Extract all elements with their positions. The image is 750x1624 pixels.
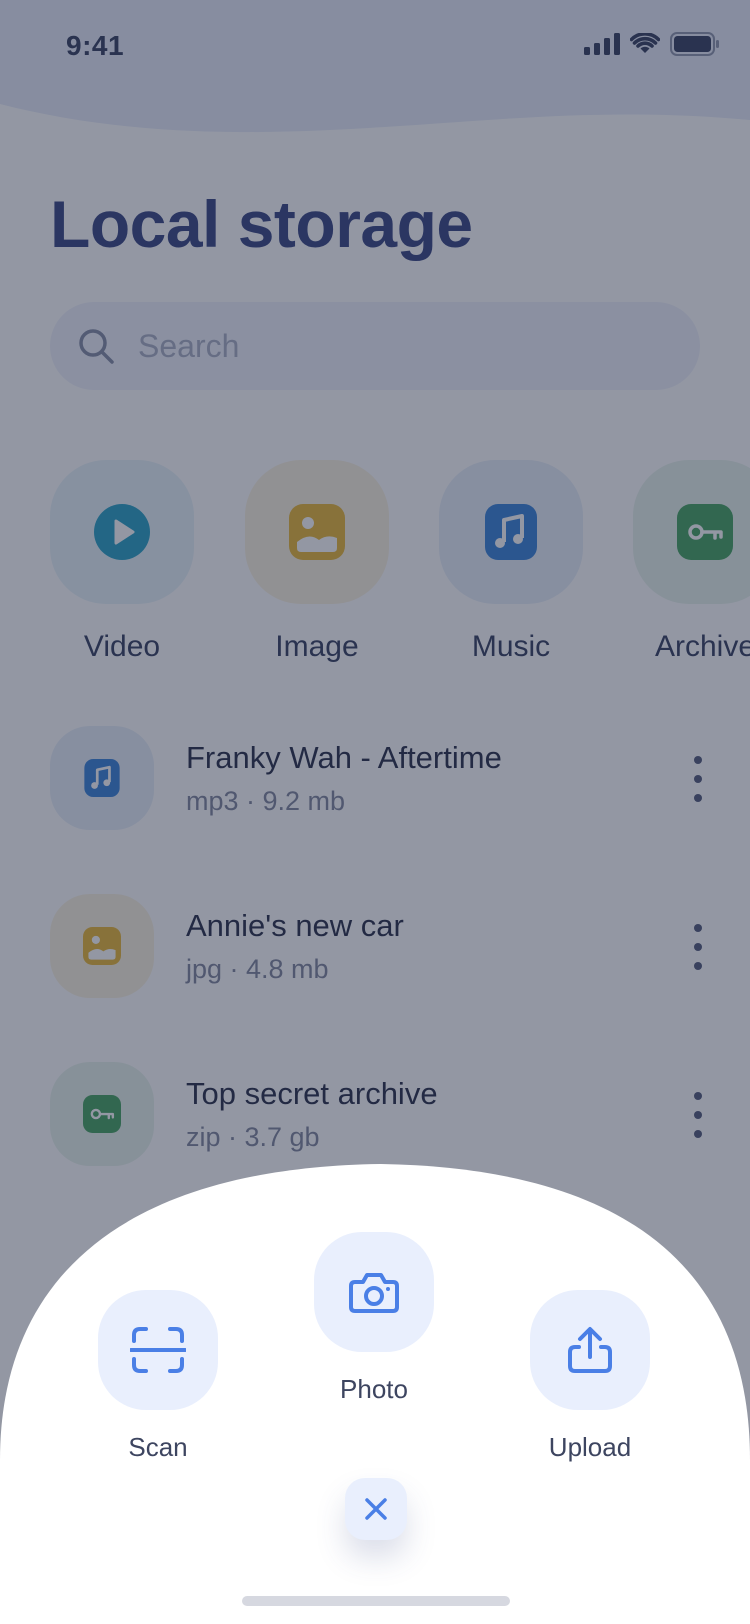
camera-icon (349, 1273, 399, 1313)
close-icon (365, 1498, 387, 1520)
upload-action[interactable]: Upload (530, 1290, 650, 1462)
app-screen: 9:41 Local storage (0, 0, 750, 1624)
close-sheet-button[interactable] (345, 1478, 407, 1540)
home-indicator (242, 1596, 510, 1606)
scan-action[interactable]: Scan (98, 1290, 218, 1462)
scan-button[interactable] (98, 1290, 218, 1410)
photo-label: Photo (340, 1374, 408, 1404)
upload-icon (568, 1327, 612, 1373)
upload-label: Upload (548, 1432, 632, 1462)
scan-label: Scan (128, 1432, 188, 1462)
photo-button[interactable] (314, 1232, 434, 1352)
scan-icon (130, 1327, 186, 1373)
photo-action[interactable]: Photo (314, 1232, 434, 1404)
upload-button[interactable] (530, 1290, 650, 1410)
